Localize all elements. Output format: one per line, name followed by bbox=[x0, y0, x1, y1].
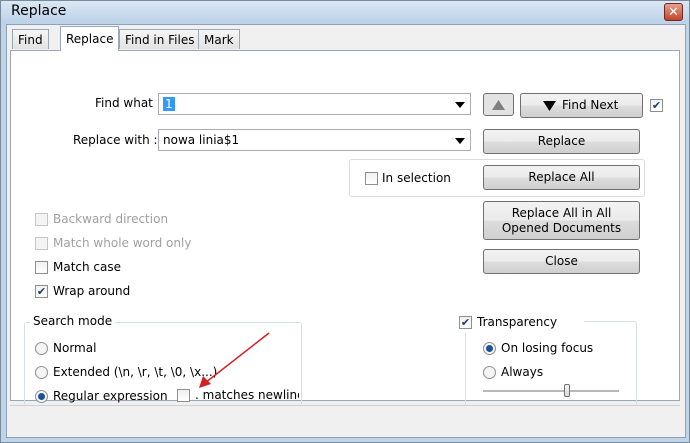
match-case-checkbox[interactable] bbox=[35, 261, 48, 274]
replace-with-label: Replace with : bbox=[73, 133, 158, 147]
tab-find[interactable]: Find bbox=[12, 29, 49, 49]
transparency-slider-thumb[interactable] bbox=[564, 384, 571, 397]
backward-direction-checkbox[interactable] bbox=[35, 213, 48, 226]
find-next-label: Find Next bbox=[562, 98, 619, 112]
chevron-down-icon[interactable] bbox=[455, 102, 465, 108]
normal-label: Normal bbox=[53, 341, 97, 355]
annotation-arrow-icon bbox=[199, 332, 270, 388]
replace-with-value: nowa linia$1 bbox=[163, 133, 240, 147]
search-up-button[interactable] bbox=[483, 93, 514, 116]
triangle-down-icon bbox=[543, 100, 556, 111]
find-next-button[interactable]: Find Next bbox=[520, 93, 643, 118]
on-losing-focus-label: On losing focus bbox=[501, 341, 594, 355]
tab-replace[interactable]: Replace bbox=[60, 26, 120, 51]
on-losing-focus-radio[interactable] bbox=[483, 342, 496, 355]
close-window-button[interactable]: ✕ bbox=[664, 3, 683, 21]
match-whole-word-checkbox[interactable] bbox=[35, 237, 48, 250]
match-whole-word-label: Match whole word only bbox=[53, 236, 192, 250]
replace-dialog: Replace ✕ Find Replace Find in Files Mar… bbox=[0, 0, 690, 443]
match-case-label: Match case bbox=[53, 260, 122, 274]
replace-all-opened-button[interactable]: Replace All in All Opened Documents bbox=[483, 201, 640, 240]
tab-mark[interactable]: Mark bbox=[198, 29, 240, 49]
triangle-up-icon bbox=[492, 99, 505, 110]
replace-with-combo[interactable]: nowa linia$1 bbox=[158, 129, 471, 151]
dialog-client: Find Replace Find in Files Mark Find wha… bbox=[6, 24, 686, 438]
replace-all-button[interactable]: Replace All bbox=[483, 165, 640, 190]
normal-radio[interactable] bbox=[35, 342, 48, 355]
find-what-value: 1 bbox=[163, 97, 175, 111]
status-bar bbox=[10, 405, 680, 430]
replace-panel: Find what : 1 Replace with : nowa linia$… bbox=[10, 50, 680, 407]
dot-matches-newline-checkbox[interactable] bbox=[177, 389, 190, 402]
window-title: Replace bbox=[11, 3, 67, 19]
title-bar: Replace ✕ bbox=[1, 1, 689, 23]
find-what-label: Find what : bbox=[95, 96, 161, 110]
in-selection-checkbox[interactable] bbox=[365, 172, 378, 185]
transparency-slider-track[interactable] bbox=[483, 390, 619, 393]
extended-radio[interactable] bbox=[35, 366, 48, 379]
find-next-options-checkbox[interactable]: ✔ bbox=[650, 99, 663, 112]
search-mode-title: Search mode bbox=[30, 314, 116, 328]
always-radio[interactable] bbox=[483, 366, 496, 379]
backward-direction-label: Backward direction bbox=[53, 212, 169, 226]
tab-find-in-files[interactable]: Find in Files bbox=[119, 29, 201, 49]
regular-expression-radio[interactable] bbox=[35, 390, 48, 403]
wrap-around-checkbox[interactable]: ✔ bbox=[35, 285, 48, 298]
close-button[interactable]: Close bbox=[483, 249, 640, 274]
replace-button[interactable]: Replace bbox=[483, 129, 640, 154]
always-label: Always bbox=[501, 365, 544, 379]
transparency-checkbox[interactable]: ✔ bbox=[459, 316, 472, 329]
wrap-around-label: Wrap around bbox=[53, 284, 131, 298]
find-what-combo[interactable]: 1 bbox=[158, 93, 471, 115]
chevron-down-icon[interactable] bbox=[455, 138, 465, 144]
in-selection-label: In selection bbox=[382, 171, 451, 185]
regular-expression-label: Regular expression bbox=[53, 389, 168, 403]
transparency-label: Transparency bbox=[477, 315, 558, 329]
transparency-group bbox=[465, 321, 637, 407]
